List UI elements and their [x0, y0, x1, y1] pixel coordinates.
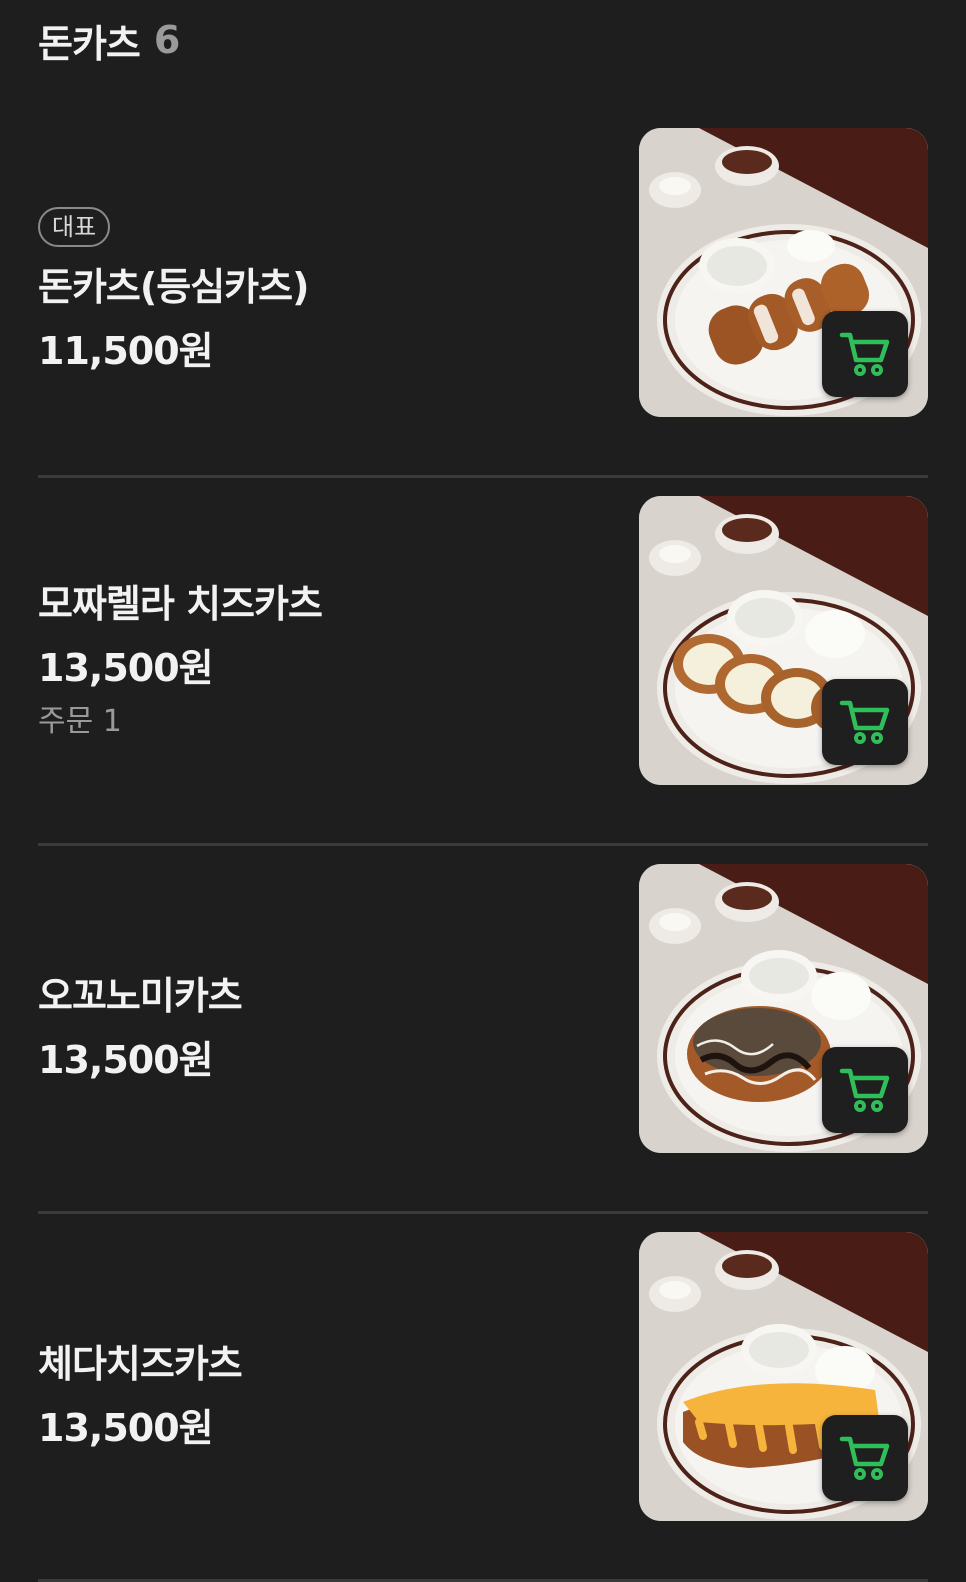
menu-item-name: 체다치즈카츠 [38, 1342, 243, 1386]
menu-item-photo[interactable] [639, 496, 928, 785]
menu-item-info: 대표 돈카츠(등심카츠) 11,500원 [38, 110, 618, 478]
add-to-cart-button[interactable] [822, 1415, 908, 1501]
add-to-cart-button[interactable] [822, 311, 908, 397]
menu-item-price: 13,500원 [38, 1038, 214, 1082]
menu-item[interactable]: 체다치즈카츠 13,500원 [38, 1214, 928, 1582]
order-count: 주문 1 [38, 704, 122, 739]
cart-icon [839, 1068, 890, 1112]
add-to-cart-button[interactable] [822, 679, 908, 765]
menu-item-price: 13,500원 [38, 1406, 214, 1450]
menu-item-info: 모짜렐라 치즈카츠 13,500원 주문 1 [38, 478, 618, 846]
section-count: 6 [153, 18, 181, 62]
menu-item-info: 오꼬노미카츠 13,500원 [38, 846, 618, 1214]
menu-item-photo[interactable] [639, 128, 928, 417]
section-header: 돈카츠 6 [38, 14, 180, 66]
menu-item-price: 11,500원 [38, 329, 214, 373]
cart-icon [839, 1436, 890, 1480]
menu-item[interactable]: 오꼬노미카츠 13,500원 [38, 846, 928, 1214]
section-title: 돈카츠 [38, 21, 141, 66]
menu-item-photo[interactable] [639, 1232, 928, 1521]
menu-item-photo[interactable] [639, 864, 928, 1153]
menu-item-price: 13,500원 [38, 646, 214, 690]
signature-badge: 대표 [38, 207, 111, 247]
menu-item-info: 체다치즈카츠 13,500원 [38, 1214, 618, 1582]
menu-item-name: 오꼬노미카츠 [38, 974, 243, 1018]
cart-icon [839, 700, 890, 744]
add-to-cart-button[interactable] [822, 1047, 908, 1133]
menu-item[interactable]: 대표 돈카츠(등심카츠) 11,500원 [38, 110, 928, 478]
cart-icon [839, 332, 890, 376]
menu-item-name: 모짜렐라 치즈카츠 [38, 582, 323, 626]
menu-item-name: 돈카츠(등심카츠) [38, 265, 309, 309]
menu-item[interactable]: 모짜렐라 치즈카츠 13,500원 주문 1 [38, 478, 928, 846]
